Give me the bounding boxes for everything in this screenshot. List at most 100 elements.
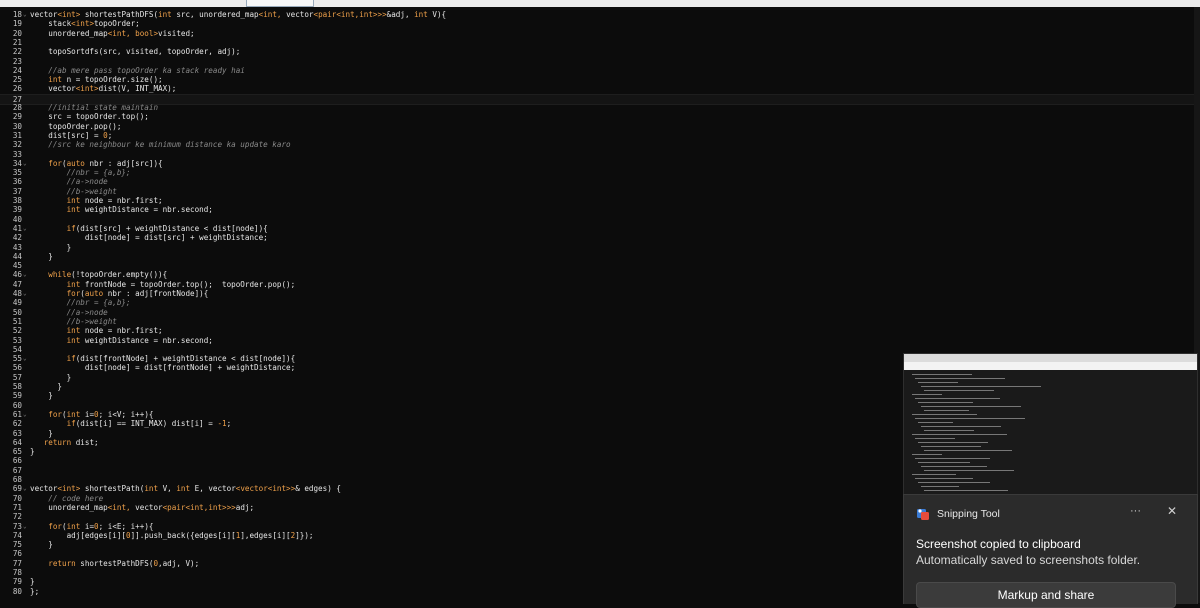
close-notification-button[interactable]: ✕: [1167, 504, 1177, 518]
code-text: }: [30, 540, 53, 550]
line-number: 51: [12, 316, 22, 326]
code-line[interactable]: 46 ⌄ while(!topoOrder.empty()){: [0, 270, 1200, 279]
code-line[interactable]: 33: [0, 150, 1200, 159]
markup-and-share-button[interactable]: Markup and share: [916, 582, 1176, 608]
code-line[interactable]: 23: [0, 57, 1200, 66]
code-line[interactable]: 37 //b->weight: [0, 187, 1200, 196]
code-line[interactable]: 52 int node = nbr.first;: [0, 326, 1200, 335]
code-line[interactable]: 35 //nbr = {a,b};: [0, 168, 1200, 177]
code-line[interactable]: 26 vector<int>dist(V, INT_MAX);: [0, 84, 1200, 93]
code-text: int n = topoOrder.size();: [30, 75, 163, 85]
code-text: stack<int>topoOrder;: [30, 19, 140, 29]
active-tab[interactable]: [246, 0, 314, 7]
line-number: 59: [12, 391, 22, 401]
code-line[interactable]: 45: [0, 261, 1200, 270]
code-line[interactable]: 19 stack<int>topoOrder;: [0, 19, 1200, 28]
code-line[interactable]: 39 int weightDistance = nbr.second;: [0, 205, 1200, 214]
code-line[interactable]: 41 ⌄ if(dist[src] + weightDistance < dist…: [0, 224, 1200, 233]
code-line[interactable]: 28 //initial state maintain: [0, 103, 1200, 112]
thumbnail-text-line: [918, 402, 973, 403]
line-number: 55: [12, 354, 22, 364]
thumbnail-text-line: [924, 430, 974, 431]
thumbnail-text-line: [915, 378, 1005, 379]
code-line[interactable]: 43 }: [0, 243, 1200, 252]
thumbnail-text-line: [918, 442, 988, 443]
code-text: //src ke neighbour ke minimum distance k…: [30, 140, 291, 150]
line-number: 68: [12, 475, 22, 484]
code-text: }: [30, 382, 63, 391]
code-text: src = topoOrder.top();: [30, 112, 149, 122]
line-number: 39: [12, 205, 22, 215]
code-line[interactable]: 31 dist[src] = 0;: [0, 131, 1200, 140]
line-number: 61: [12, 409, 22, 419]
code-line[interactable]: 40: [0, 215, 1200, 224]
fold-chevron-icon[interactable]: ⌄: [23, 410, 29, 419]
code-text: return shortestPathDFS(0,adj, V);: [30, 558, 200, 568]
code-line[interactable]: 50 //a->node: [0, 308, 1200, 317]
code-line[interactable]: 30 topoOrder.pop();: [0, 122, 1200, 131]
code-line[interactable]: 53 int weightDistance = nbr.second;: [0, 336, 1200, 345]
code-line[interactable]: 34 ⌄ for(auto nbr : adj[src]){: [0, 159, 1200, 168]
code-line[interactable]: 29 src = topoOrder.top();: [0, 112, 1200, 121]
line-number: 29: [12, 112, 22, 122]
code-text: }: [30, 577, 35, 587]
fold-chevron-icon[interactable]: ⌄: [23, 484, 29, 493]
line-number: 19: [12, 19, 22, 29]
fold-chevron-icon[interactable]: ⌄: [23, 270, 29, 279]
code-line[interactable]: 24 //ab mere pass topoOrder ka stack rea…: [0, 66, 1200, 75]
code-text: //initial state maintain: [30, 103, 159, 112]
code-text: for(auto nbr : adj[src]){: [30, 158, 163, 168]
snipping-notification[interactable]: Snipping Tool ··· ✕ Screenshot copied to…: [903, 494, 1198, 608]
line-number: 42: [12, 233, 22, 243]
code-line[interactable]: 21: [0, 38, 1200, 47]
line-number: 69: [12, 484, 22, 494]
fold-chevron-icon[interactable]: ⌄: [23, 522, 29, 531]
line-number: 72: [12, 512, 22, 522]
line-number: 30: [12, 121, 22, 131]
code-line[interactable]: 49 //nbr = {a,b};: [0, 298, 1200, 307]
code-line[interactable]: 47 int frontNode = topoOrder.top(); topo…: [0, 280, 1200, 289]
thumbnail-text-line: [921, 466, 987, 467]
code-line[interactable]: 51 //b->weight: [0, 317, 1200, 326]
code-line[interactable]: 42 dist[node] = dist[src] + weightDistan…: [0, 233, 1200, 242]
line-number: 38: [12, 196, 22, 205]
line-number: 23: [12, 56, 22, 66]
code-text: return dist;: [30, 437, 99, 447]
line-number: 71: [12, 502, 22, 512]
code-text: //nbr = {a,b};: [30, 298, 131, 308]
fold-chevron-icon[interactable]: ⌄: [23, 289, 29, 298]
more-options-button[interactable]: ···: [1130, 505, 1141, 517]
code-line[interactable]: 48 ⌄ for(auto nbr : adj[frontNode]){: [0, 289, 1200, 298]
line-number: 65: [12, 447, 22, 457]
thumbnail-text-line: [921, 446, 981, 447]
thumbnail-address-bar: [904, 362, 1197, 370]
line-number: 49: [12, 298, 22, 308]
line-number: 77: [12, 558, 22, 568]
thumbnail-text-line: [912, 474, 956, 475]
fold-chevron-icon[interactable]: ⌄: [23, 224, 29, 233]
screenshot-preview-thumbnail[interactable]: [903, 353, 1198, 496]
line-number: 32: [12, 140, 22, 150]
thumbnail-text-line: [912, 414, 977, 415]
line-number: 64: [12, 437, 22, 447]
fold-chevron-icon[interactable]: ⌄: [23, 159, 29, 168]
thumbnail-text-line: [921, 426, 1001, 427]
line-number: 20: [12, 28, 22, 38]
fold-chevron-icon[interactable]: ⌄: [23, 10, 29, 19]
code-line[interactable]: 32 //src ke neighbour ke minimum distanc…: [0, 140, 1200, 149]
code-line[interactable]: 25 int n = topoOrder.size();: [0, 75, 1200, 84]
thumbnail-text-line: [915, 458, 990, 459]
code-text: }: [30, 447, 35, 457]
code-line[interactable]: 36 //a->node: [0, 177, 1200, 186]
code-text: }: [30, 372, 72, 382]
thumbnail-text-line: [912, 454, 942, 455]
code-line[interactable]: 44 }: [0, 252, 1200, 261]
line-number: 21: [12, 37, 22, 47]
line-number: 34: [12, 158, 22, 168]
fold-chevron-icon[interactable]: ⌄: [23, 354, 29, 363]
code-text: topoSortdfs(src, visited, topoOrder, adj…: [30, 47, 241, 57]
code-line[interactable]: 18 ⌄ vector<int> shortestPathDFS(int src, …: [0, 10, 1200, 19]
code-line[interactable]: 38 int node = nbr.first;: [0, 196, 1200, 205]
code-line[interactable]: 20 unordered_map<int, bool>visited;: [0, 29, 1200, 38]
code-line[interactable]: 22 topoSortdfs(src, visited, topoOrder, …: [0, 47, 1200, 56]
